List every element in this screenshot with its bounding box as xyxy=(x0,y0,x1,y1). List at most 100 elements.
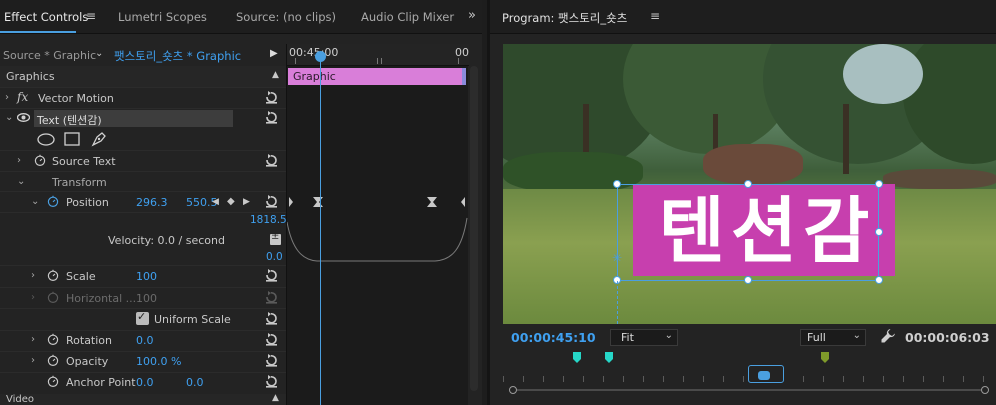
quality-select[interactable]: Full ⌄ xyxy=(800,329,866,346)
ruler-tick xyxy=(563,376,564,382)
chevron-right-icon[interactable]: › xyxy=(31,355,35,366)
stopwatch-icon[interactable] xyxy=(47,333,59,345)
vertical-scrollbar[interactable] xyxy=(470,66,478,391)
video-section-header[interactable]: Video ▲ xyxy=(0,393,286,405)
reset-icon[interactable] xyxy=(264,91,278,104)
reset-icon[interactable] xyxy=(264,333,278,346)
more-panels-icon[interactable]: » xyxy=(468,8,476,23)
chevron-right-icon[interactable]: › xyxy=(17,155,21,166)
scale-row[interactable]: › Scale 100 xyxy=(0,266,286,287)
keyframe-add-icon[interactable]: ◆ xyxy=(227,196,235,207)
tab-audio-clip-mixer[interactable]: Audio Clip Mixer xyxy=(361,10,454,24)
reset-icon[interactable] xyxy=(264,375,278,388)
reset-icon[interactable] xyxy=(264,195,278,208)
sequence-clip-label[interactable]: 팻스토리_숏츠 * Graphic xyxy=(114,48,241,64)
stopwatch-icon[interactable] xyxy=(47,375,59,387)
scroll-handle-left[interactable] xyxy=(509,386,517,394)
transform-row[interactable]: ⌄ Transform xyxy=(0,172,286,193)
zoom-scrollbar[interactable] xyxy=(509,386,989,394)
transform-handle[interactable] xyxy=(875,180,883,188)
ellipse-tool-icon[interactable] xyxy=(37,133,55,146)
rectangle-tool-icon[interactable] xyxy=(64,132,80,146)
scroll-handle-right[interactable] xyxy=(981,386,989,394)
playhead-handle[interactable] xyxy=(758,371,770,380)
wrench-icon[interactable] xyxy=(880,328,896,344)
opacity-row[interactable]: › Opacity 100.0 % xyxy=(0,351,286,372)
anchor-point-row[interactable]: Anchor Point 0.0 0.0 xyxy=(0,372,286,393)
source-text-row[interactable]: › Source Text xyxy=(0,151,286,172)
marker-icon[interactable] xyxy=(573,352,581,363)
chevron-right-icon: › xyxy=(31,292,35,303)
collapse-up-icon[interactable]: ▲ xyxy=(272,70,279,80)
vector-motion-row[interactable]: › fx Vector Motion xyxy=(0,88,286,109)
tab-lumetri-scopes[interactable]: Lumetri Scopes xyxy=(118,10,207,24)
reset-icon[interactable] xyxy=(264,312,278,325)
ruler-tick xyxy=(643,376,644,382)
pen-tool-icon[interactable] xyxy=(91,131,107,147)
keyframe-prev-icon[interactable]: ◀ xyxy=(212,197,219,207)
rotation-row[interactable]: › Rotation 0.0 xyxy=(0,330,286,351)
keyframe-next-icon[interactable]: ▶ xyxy=(243,197,250,207)
playhead-handle[interactable] xyxy=(315,51,326,62)
chevron-right-icon[interactable]: › xyxy=(31,334,35,345)
source-label[interactable]: Source * Graphic xyxy=(3,49,96,62)
chevron-right-icon[interactable]: › xyxy=(5,92,9,103)
transform-handle[interactable] xyxy=(875,276,883,284)
tab-source[interactable]: Source: (no clips) xyxy=(236,10,336,24)
selection-bounding-box[interactable] xyxy=(617,184,879,281)
marker-icon[interactable] xyxy=(605,352,613,363)
anchor-point-marker[interactable]: ✳ xyxy=(612,251,622,265)
menu-icon[interactable]: ≡ xyxy=(650,9,660,23)
transform-handle[interactable] xyxy=(744,276,752,284)
position-keyframes[interactable] xyxy=(287,195,469,209)
collapse-up-icon[interactable]: ▲ xyxy=(272,393,279,403)
transform-handle[interactable] xyxy=(613,180,621,188)
velocity-toggle-button[interactable]: ± xyxy=(270,231,281,245)
stopwatch-icon[interactable] xyxy=(47,354,59,366)
rotation-value[interactable]: 0.0 xyxy=(136,334,154,347)
play-icon[interactable]: ▶ xyxy=(270,48,278,59)
uniform-scale-row: ✓ Uniform Scale xyxy=(0,309,286,330)
anchor-point-y-value[interactable]: 0.0 xyxy=(186,376,204,389)
graphic-clip-bar[interactable]: Graphic xyxy=(288,68,466,85)
chevron-down-icon[interactable]: ⌄ xyxy=(5,112,13,123)
eye-icon[interactable] xyxy=(17,113,30,122)
velocity-curve[interactable] xyxy=(287,214,469,266)
reset-icon[interactable] xyxy=(264,269,278,282)
uniform-scale-checkbox[interactable]: ✓ xyxy=(136,310,149,325)
position-row[interactable]: ⌄ Position 296.3 550.5 ◀ ◆ ▶ xyxy=(0,192,286,213)
tab-effect-controls[interactable]: Effect Controls xyxy=(4,10,88,24)
stopwatch-icon[interactable] xyxy=(47,269,59,281)
opacity-value[interactable]: 100.0 % xyxy=(136,355,181,368)
position-x-value[interactable]: 296.3 xyxy=(136,196,168,209)
scale-value[interactable]: 100 xyxy=(136,270,157,283)
chevron-right-icon[interactable]: › xyxy=(31,270,35,281)
reset-icon[interactable] xyxy=(264,111,278,124)
stopwatch-icon xyxy=(47,291,59,303)
ruler-tick xyxy=(295,58,296,64)
transform-handle[interactable] xyxy=(744,180,752,188)
chevron-down-icon: ⌄ xyxy=(852,330,861,341)
transform-handle[interactable] xyxy=(875,228,883,236)
text-layer-selection[interactable]: Text (텐션감) xyxy=(34,110,233,127)
marker-track xyxy=(490,348,996,370)
stopwatch-icon[interactable] xyxy=(34,154,46,166)
anchor-point-x-value[interactable]: 0.0 xyxy=(136,376,154,389)
program-title[interactable]: Program: 팻스토리_숏츠 xyxy=(502,10,627,26)
marker-icon[interactable] xyxy=(821,352,829,363)
text-layer-row[interactable]: ⌄ Text (텐션감) xyxy=(0,108,286,129)
current-timecode[interactable]: 00:00:45:10 xyxy=(511,330,596,345)
effect-timeline[interactable]: 00:45:00 00 Graphic xyxy=(286,44,469,405)
program-video-preview[interactable]: 텐션감 ✳ xyxy=(503,44,996,324)
stopwatch-icon[interactable] xyxy=(47,195,59,207)
chevron-down-icon[interactable]: ⌄ xyxy=(95,48,103,59)
scroll-track[interactable] xyxy=(517,389,981,391)
chevron-down-icon[interactable]: ⌄ xyxy=(17,176,25,187)
reset-icon[interactable] xyxy=(264,154,278,167)
zoom-select[interactable]: Fit ⌄ xyxy=(610,329,678,346)
reset-icon[interactable] xyxy=(264,354,278,367)
menu-icon[interactable]: ≡ xyxy=(86,9,96,23)
chevron-down-icon[interactable]: ⌄ xyxy=(31,196,39,207)
position-label: Position xyxy=(66,196,109,209)
playhead-line[interactable] xyxy=(320,52,321,405)
